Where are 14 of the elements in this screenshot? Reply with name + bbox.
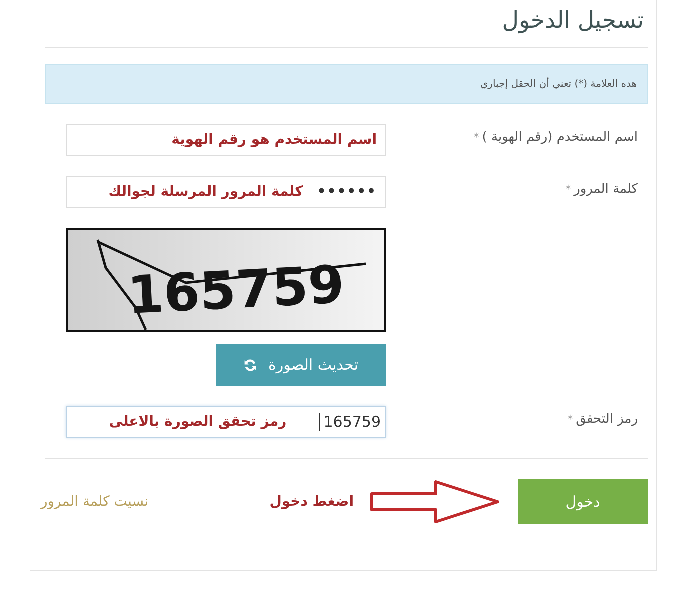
input-field[interactable]: اسم المستخدم هو رقم الهوية <box>66 124 386 156</box>
page-title: تسجيل الدخول <box>501 7 644 36</box>
refresh-icon <box>244 358 256 372</box>
annotation-text: اسم المستخدم هو رقم الهوية <box>172 132 377 148</box>
captcha-image: 165759 <box>66 228 386 332</box>
arrow-icon <box>368 480 500 524</box>
input-field[interactable]: •••••• كلمة المرور المرسلة لجوالك <box>66 176 386 208</box>
annotation-text: اضغط دخول <box>270 494 354 510</box>
annotation-text: رمز تحقق الصورة بالاعلى <box>109 414 287 430</box>
field-label: كلمة المرور * <box>564 181 639 197</box>
annotation-text: كلمة المرور المرسلة لجوالك <box>108 184 304 200</box>
notice-banner: هده العلامة (*) تعني أن الحقل إجباري <box>45 64 648 104</box>
field-label: رمز التحقق * <box>566 411 639 427</box>
field-label: اسم المستخدم (رقم الهوية ) * <box>472 129 639 145</box>
